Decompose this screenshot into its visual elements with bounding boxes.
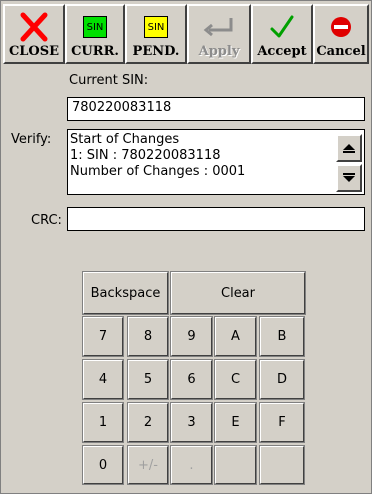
key-label: 2 [143,415,153,430]
key-label: 5 [143,372,153,387]
key-plus-minus[interactable]: +/- [127,445,169,485]
close-label: CLOSE [8,44,60,59]
key-decimal[interactable]: . [170,445,213,485]
key-label: C [230,372,241,387]
backspace-label: Backspace [90,285,161,301]
key-label: D [276,372,287,387]
key-label: 4 [98,372,108,387]
key-c[interactable]: C [214,359,257,400]
key-label: . [189,457,194,473]
accept-button[interactable]: Accept [251,4,313,64]
current-label: CURR. [71,44,119,59]
key-a[interactable]: A [214,316,257,357]
key-2[interactable]: 2 [127,402,169,443]
accept-label: Accept [257,44,307,59]
enter-arrow-icon [201,11,237,43]
key-e[interactable]: E [214,402,257,443]
pending-label: PEND. [132,44,180,59]
close-button[interactable]: CLOSE [3,4,65,64]
cancel-button[interactable]: Cancel [313,4,369,64]
current-sin-label: Current SIN: [69,73,149,88]
toolbar: CLOSE SIN CURR. SIN PEND. Apply Accept C… [3,4,369,64]
pending-sin-button[interactable]: SIN PEND. [125,4,187,64]
key-label: 1 [98,415,108,430]
sin-current-icon-text: SIN [83,16,107,38]
key-9[interactable]: 9 [170,316,213,357]
key-blank-1[interactable] [214,445,257,485]
key-label: 6 [187,372,196,387]
key-blank-2[interactable] [259,445,305,485]
key-label: 3 [187,415,196,430]
sin-pending-icon-text: SIN [144,16,168,38]
checkmark-icon [269,11,295,43]
verify-line: 1: SIN : 780220083118 [70,148,221,163]
clear-label: Clear [221,285,255,301]
key-label: 0 [98,457,108,473]
sin-edit-window: CLOSE SIN CURR. SIN PEND. Apply Accept C… [0,0,372,494]
key-label: +/- [138,457,158,473]
crc-label: CRC: [31,213,62,228]
key-label: 9 [187,329,196,344]
key-label: F [278,415,286,430]
key-4[interactable]: 4 [82,359,124,400]
key-label: B [277,329,287,344]
key-label: 8 [143,329,153,344]
clear-key[interactable]: Clear [170,271,306,315]
crc-field[interactable] [67,207,365,231]
key-0[interactable]: 0 [82,445,124,485]
verify-label: Verify: [11,132,52,147]
cancel-label: Cancel [316,44,366,59]
backspace-key[interactable]: Backspace [82,271,169,315]
scroll-up-icon [343,144,355,153]
apply-label: Apply [198,44,240,59]
verify-textarea[interactable]: Start of Changes 1: SIN : 780220083118 N… [67,129,365,195]
scroll-down-button[interactable] [336,164,362,192]
close-x-icon [19,11,49,43]
numeric-keypad: Backspace Clear 7 8 9 A B 4 5 6 C D 1 2 … [82,271,306,485]
verify-line: Number of Changes : 0001 [70,164,246,179]
scroll-down-icon [343,173,355,182]
key-label: 7 [98,329,108,344]
key-3[interactable]: 3 [170,402,213,443]
key-b[interactable]: B [259,316,305,357]
verify-text: Start of Changes 1: SIN : 780220083118 N… [70,132,332,180]
sin-pending-icon: SIN [144,11,168,43]
key-f[interactable]: F [259,402,305,443]
key-5[interactable]: 5 [127,359,169,400]
key-d[interactable]: D [259,359,305,400]
key-label: E [231,415,240,430]
current-sin-field[interactable]: 780220083118 [67,97,365,121]
no-entry-icon [330,11,352,43]
key-label: A [231,329,240,344]
verify-line: Start of Changes [70,132,180,147]
key-8[interactable]: 8 [127,316,169,357]
scroll-up-button[interactable] [336,134,362,162]
key-6[interactable]: 6 [170,359,213,400]
key-1[interactable]: 1 [82,402,124,443]
current-sin-button[interactable]: SIN CURR. [65,4,125,64]
apply-button[interactable]: Apply [187,4,251,64]
sin-current-icon: SIN [83,11,107,43]
key-7[interactable]: 7 [82,316,124,357]
